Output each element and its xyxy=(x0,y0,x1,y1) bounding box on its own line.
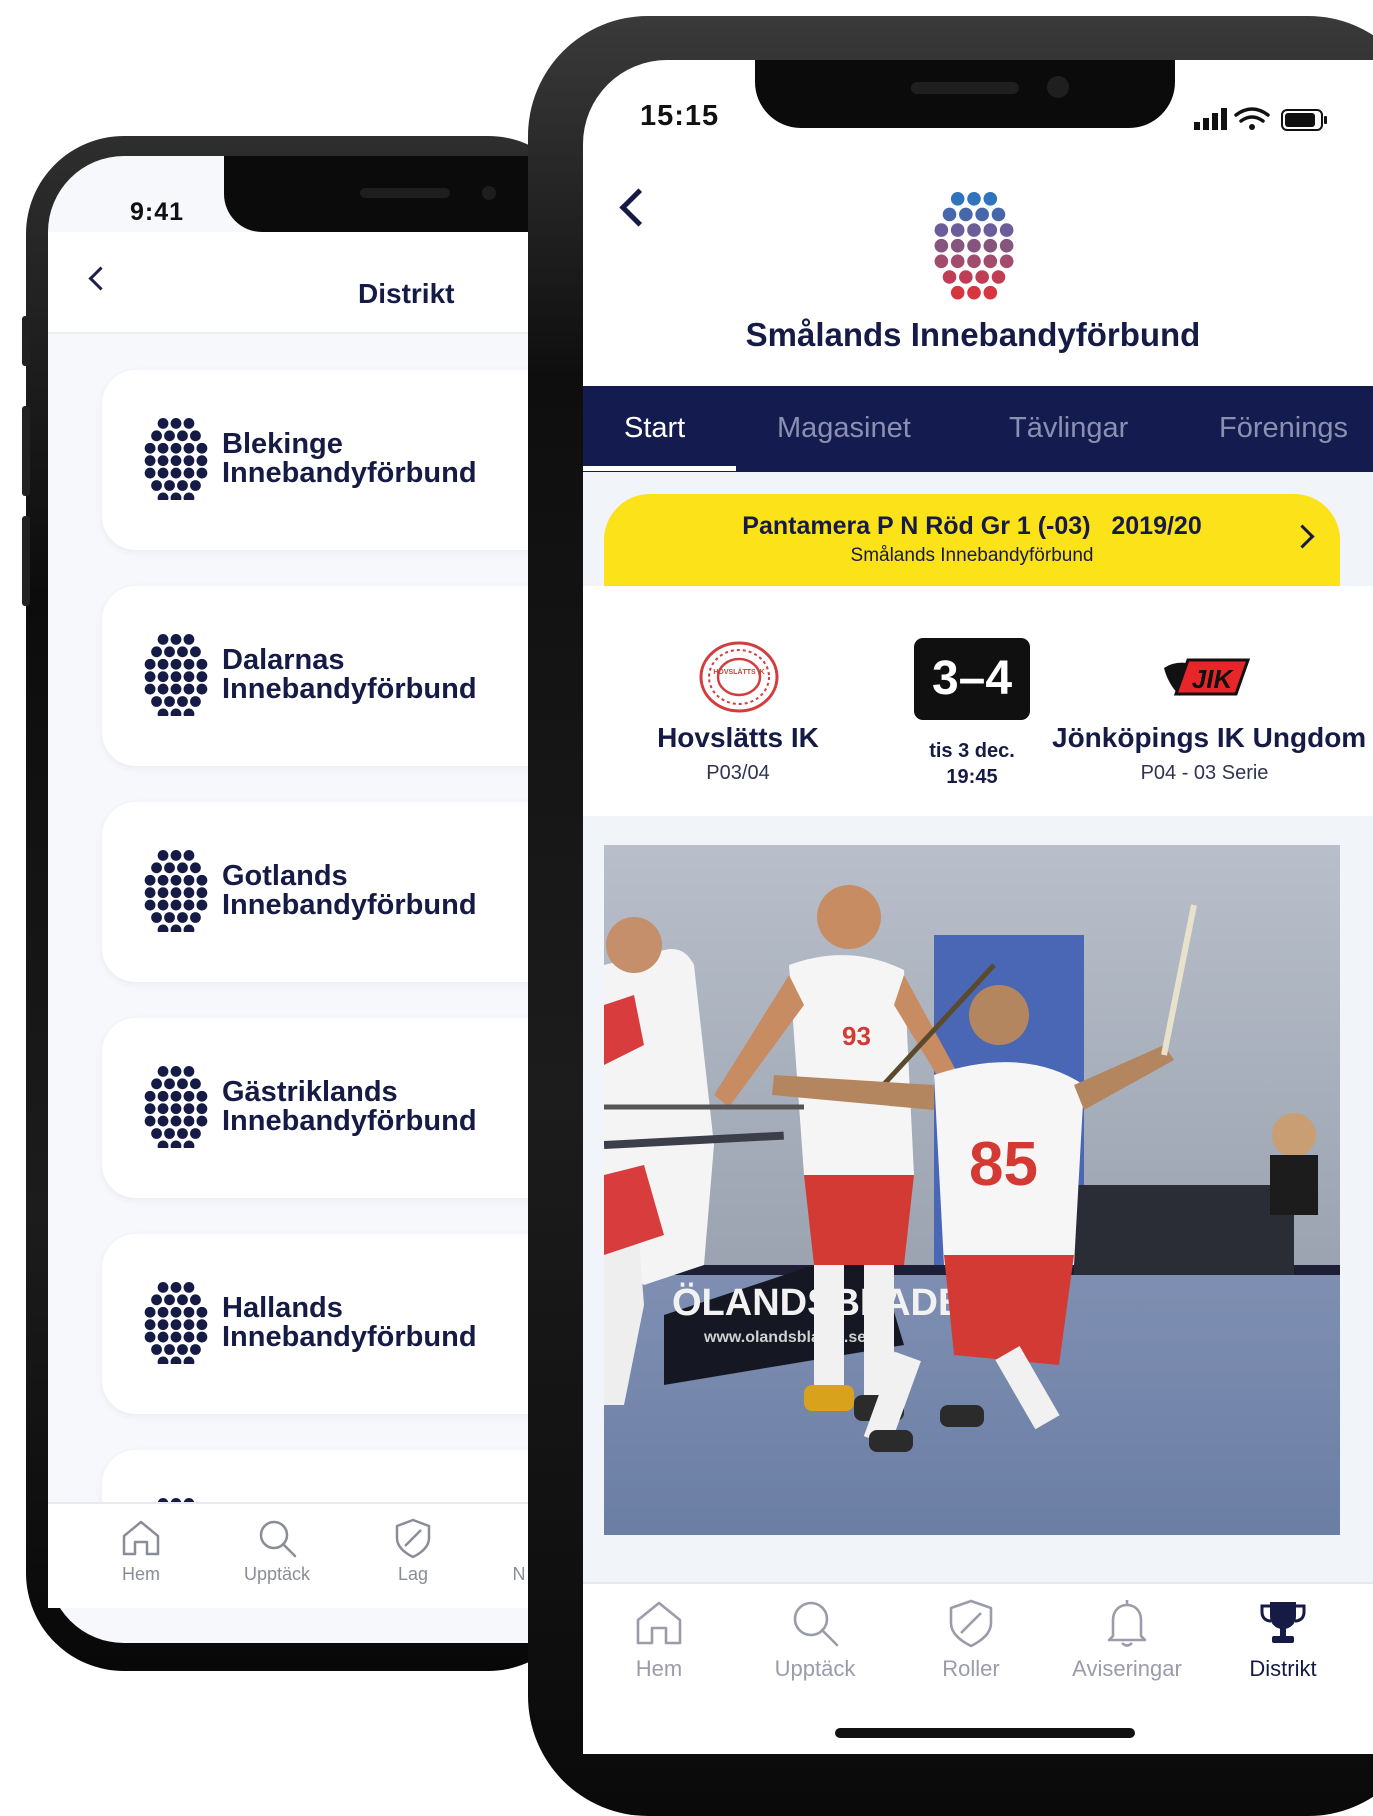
org-logo-icon xyxy=(934,192,1014,300)
back-nav-upptack[interactable]: Upptäck xyxy=(232,1516,322,1585)
trophy-icon xyxy=(1260,1602,1306,1643)
district-logo-icon xyxy=(144,634,208,716)
search-icon xyxy=(793,1601,839,1647)
tab-magasinet[interactable]: Magasinet xyxy=(777,412,911,445)
nav-label: Lag xyxy=(397,1564,429,1584)
nav-upptack[interactable]: Upptäck xyxy=(740,1596,890,1682)
district-logo-icon xyxy=(144,418,208,500)
back-nav-hem[interactable]: Hem xyxy=(96,1516,186,1585)
svg-text:HOVSLÄTTS IK: HOVSLÄTTS IK xyxy=(713,668,764,676)
away-team: Jönköpings IK Ungdom P04 - 03 Serie xyxy=(1052,722,1367,785)
home-icon xyxy=(636,1601,682,1645)
tab-foreningar[interactable]: Förenings xyxy=(1219,412,1348,445)
match-time: 19:45 xyxy=(946,766,998,788)
active-tab-indicator xyxy=(583,466,736,471)
match-score: 3–4 xyxy=(914,638,1030,720)
home-icon xyxy=(122,1520,160,1556)
search-icon xyxy=(259,1520,297,1558)
district-name: Gotlands xyxy=(222,860,348,892)
back-header xyxy=(48,232,588,334)
back-page-title: Distrikt xyxy=(358,278,455,309)
signal-icon xyxy=(1194,108,1227,130)
home-team-division: P03/04 xyxy=(706,762,770,784)
nav-aviseringar[interactable]: Aviseringar xyxy=(1052,1596,1202,1682)
competition-subtitle: Smålands Innebandyförbund xyxy=(850,545,1094,566)
district-name: Dalarnas xyxy=(222,644,345,676)
district-name: Hallands xyxy=(222,1292,343,1324)
front-status-time: 15:15 xyxy=(640,100,720,132)
back-status-time: 9:41 xyxy=(130,198,185,226)
away-team-name: Jönköpings IK Ungdom xyxy=(1052,722,1367,753)
nav-roller[interactable]: Roller xyxy=(896,1596,1046,1682)
nav-label: Upptäck xyxy=(243,1564,311,1584)
home-team: Hovslätts IK P03/04 xyxy=(638,722,838,785)
district-suffix: Innebandyförbund xyxy=(222,889,477,921)
status-icons xyxy=(1194,107,1327,131)
district-logo-icon xyxy=(144,850,208,932)
nav-label: Hem xyxy=(635,1656,683,1681)
bell-icon xyxy=(1107,1600,1147,1647)
home-team-logo: HOVSLÄTTS IK xyxy=(699,641,779,713)
home-team-name: Hovslätts IK xyxy=(657,722,819,753)
tab-tavlingar[interactable]: Tävlingar xyxy=(1009,412,1128,445)
nav-label: Distrikt xyxy=(1249,1656,1317,1681)
nav-hem[interactable]: Hem xyxy=(584,1596,734,1682)
svg-text:JIK: JIK xyxy=(1192,664,1235,694)
tab-start[interactable]: Start xyxy=(624,412,685,445)
nav-label: Upptäck xyxy=(774,1656,856,1681)
nav-label: Roller xyxy=(942,1656,1000,1681)
wifi-icon xyxy=(1234,107,1270,123)
district-suffix: Innebandyförbund xyxy=(222,673,477,705)
shield-icon xyxy=(395,1518,431,1559)
nav-label: Hem xyxy=(121,1564,160,1584)
district-logo-icon xyxy=(144,1282,208,1364)
district-logo-icon xyxy=(144,1066,208,1148)
district-suffix: Innebandyförbund xyxy=(222,457,477,489)
away-team-logo: JIK xyxy=(1164,658,1251,696)
svg-text:93: 93 xyxy=(842,1021,871,1051)
district-suffix: Innebandyförbund xyxy=(222,1105,477,1137)
back-nav-lag[interactable]: Lag xyxy=(368,1516,458,1585)
district-name: Gästriklands xyxy=(222,1076,398,1108)
match-photo[interactable]: ÖLANDSBLADET www.olandsbladet.se 93 85 xyxy=(604,845,1340,1535)
shield-icon xyxy=(949,1599,993,1648)
district-name: Blekinge xyxy=(222,428,343,460)
district-suffix: Innebandyförbund xyxy=(222,1321,477,1353)
home-indicator xyxy=(835,1728,1135,1738)
competition-title: Pantamera P N Röd Gr 1 (-03) 2019/20 xyxy=(742,512,1202,540)
match-date: tis 3 dec. xyxy=(929,740,1015,762)
battery-icon xyxy=(1281,109,1327,131)
away-team-division: P04 - 03 Serie xyxy=(1140,762,1269,784)
org-title: Smålands Innebandyförbund xyxy=(745,316,1201,353)
nav-distrikt[interactable]: Distrikt xyxy=(1208,1596,1358,1682)
svg-text:85: 85 xyxy=(969,1130,1038,1199)
front-phone-notch xyxy=(755,60,1175,128)
nav-label: Aviseringar xyxy=(1072,1656,1182,1681)
